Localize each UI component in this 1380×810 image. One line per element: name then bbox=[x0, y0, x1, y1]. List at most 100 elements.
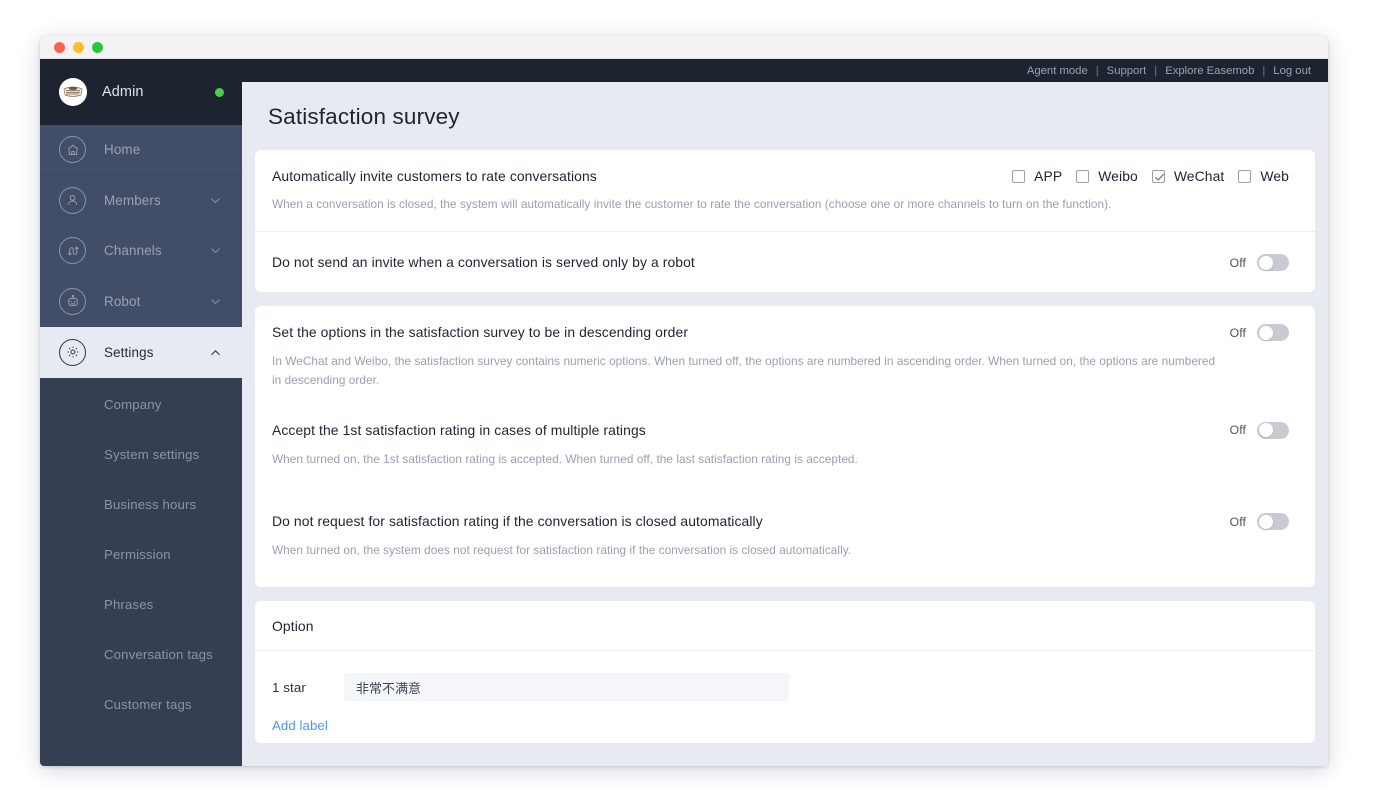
toggle-robot-only[interactable] bbox=[1257, 254, 1289, 272]
setting-description: When turned on, the 1st satisfaction rat… bbox=[272, 451, 858, 466]
admin-username: Admin bbox=[102, 84, 144, 100]
logout-link[interactable]: Log out bbox=[1273, 65, 1311, 77]
setting-title: Set the options in the satisfaction surv… bbox=[272, 324, 689, 341]
main-content: Agent mode | Support | Explore Easemob |… bbox=[242, 59, 1328, 766]
option-label-input[interactable] bbox=[344, 673, 789, 702]
checkbox-web[interactable]: Web bbox=[1238, 168, 1289, 184]
toggle-knob bbox=[1258, 255, 1273, 270]
sidebar-subitem-label: Permission bbox=[104, 547, 171, 562]
sidebar-item-home[interactable]: Home bbox=[40, 125, 242, 176]
sidebar: Admin Home Members Channels Robot Settin… bbox=[40, 59, 242, 766]
sidebar-subitem-label: System settings bbox=[104, 447, 200, 462]
checkbox-label: WeChat bbox=[1173, 168, 1225, 184]
status-indicator-online bbox=[215, 87, 224, 97]
checkbox-weibo[interactable]: Weibo bbox=[1076, 168, 1138, 184]
option-star-label: 1 star bbox=[272, 679, 306, 695]
sidebar-subitem-label: Conversation tags bbox=[104, 647, 213, 662]
checkbox-label: APP bbox=[1034, 168, 1063, 184]
chevron-down-icon[interactable] bbox=[209, 295, 222, 308]
avatar bbox=[59, 78, 87, 106]
checkbox-box-checked bbox=[1151, 169, 1165, 183]
chevron-up-icon[interactable] bbox=[209, 346, 222, 359]
toggle-auto-closed[interactable] bbox=[1257, 513, 1289, 531]
toggle-state-label: Off bbox=[1229, 423, 1246, 438]
toggle-group: Off bbox=[1230, 421, 1289, 439]
sidebar-subitem-customer-tags[interactable]: Customer tags bbox=[40, 680, 242, 730]
option-section-body: 1 star Add label bbox=[255, 651, 1315, 743]
sidebar-item-label: Channels bbox=[104, 243, 162, 259]
sidebar-subitem-phrases[interactable]: Phrases bbox=[40, 580, 242, 630]
window-minimize-button[interactable] bbox=[73, 41, 84, 53]
sidebar-item-label: Home bbox=[104, 142, 141, 158]
sidebar-subitem-label: Phrases bbox=[104, 597, 154, 612]
sidebar-item-channels[interactable]: Channels bbox=[40, 226, 242, 277]
window-close-button[interactable] bbox=[54, 41, 65, 53]
sidebar-subitem-company[interactable]: Company bbox=[40, 380, 242, 430]
checkbox-label: Web bbox=[1260, 168, 1289, 184]
sidebar-subitem-label: Company bbox=[104, 397, 162, 412]
settings-scroll-area[interactable]: Automatically invite customers to rate c… bbox=[242, 150, 1328, 766]
setting-title: Do not send an invite when a conversatio… bbox=[272, 254, 695, 271]
add-label-button[interactable]: Add label bbox=[272, 718, 328, 733]
separator: | bbox=[1095, 64, 1099, 77]
sidebar-subitem-permission[interactable]: Permission bbox=[40, 530, 242, 580]
setting-description: When a conversation is closed, the syste… bbox=[272, 197, 1112, 211]
setting-title: Automatically invite customers to rate c… bbox=[272, 168, 597, 184]
sidebar-item-label: Settings bbox=[104, 344, 154, 360]
setting-auto-invite: Automatically invite customers to rate c… bbox=[255, 150, 1315, 231]
toggle-state-label: Off bbox=[1229, 255, 1246, 270]
window-titlebar bbox=[40, 36, 1328, 59]
setting-description: In WeChat and Weibo, the satisfaction su… bbox=[272, 354, 1216, 387]
page-title: Satisfaction survey bbox=[268, 104, 460, 129]
setting-first-rating: Accept the 1st satisfaction rating in ca… bbox=[255, 407, 1315, 486]
toggle-state-label: Off bbox=[1229, 514, 1246, 529]
setting-auto-closed: Do not request for satisfaction rating i… bbox=[255, 486, 1315, 587]
gear-icon bbox=[59, 338, 86, 366]
explore-easemob-link[interactable]: Explore Easemob bbox=[1165, 65, 1254, 77]
page-header: Satisfaction survey bbox=[242, 82, 1328, 150]
sidebar-subitem-conversation-tags[interactable]: Conversation tags bbox=[40, 630, 242, 680]
sidebar-item-settings[interactable]: Settings bbox=[40, 327, 242, 378]
window-maximize-button[interactable] bbox=[92, 41, 103, 53]
card-survey-behavior: Set the options in the satisfaction surv… bbox=[255, 306, 1315, 588]
setting-description: When turned on, the system does not requ… bbox=[272, 543, 852, 558]
checkbox-wechat[interactable]: WeChat bbox=[1151, 168, 1225, 184]
channel-checkbox-group: APP Weibo WeChat Web bbox=[1012, 167, 1289, 184]
toggle-group: Off bbox=[1229, 323, 1289, 342]
checkbox-app[interactable]: APP bbox=[1012, 168, 1062, 184]
support-link[interactable]: Support bbox=[1107, 65, 1147, 77]
setting-robot-only: Do not send an invite when a conversatio… bbox=[255, 231, 1315, 292]
chevron-down-icon[interactable] bbox=[209, 194, 222, 207]
toggle-knob bbox=[1258, 423, 1273, 438]
option-section-header: Option bbox=[255, 601, 1315, 652]
app-body: Admin Home Members Channels Robot Settin… bbox=[40, 59, 1328, 766]
toggle-group: Off bbox=[1229, 253, 1289, 272]
chevron-down-icon[interactable] bbox=[209, 244, 222, 257]
sidebar-user-header[interactable]: Admin bbox=[40, 59, 242, 125]
toggle-first-rating[interactable] bbox=[1257, 421, 1289, 439]
top-utility-bar: Agent mode | Support | Explore Easemob |… bbox=[242, 59, 1328, 82]
setting-title: Do not request for satisfaction rating i… bbox=[272, 513, 763, 530]
checkbox-box bbox=[1012, 169, 1026, 183]
toggle-knob bbox=[1258, 325, 1273, 340]
settings-subnav: Company System settings Business hours P… bbox=[40, 377, 242, 730]
toggle-knob bbox=[1258, 514, 1273, 529]
home-icon bbox=[59, 136, 86, 164]
members-icon bbox=[59, 186, 86, 214]
sidebar-item-label: Members bbox=[104, 192, 161, 208]
toggle-group: Off bbox=[1229, 512, 1289, 531]
separator: | bbox=[1154, 64, 1158, 77]
sidebar-item-members[interactable]: Members bbox=[40, 175, 242, 226]
sidebar-subitem-system-settings[interactable]: System settings bbox=[40, 430, 242, 480]
checkbox-label: Weibo bbox=[1098, 168, 1138, 184]
agent-mode-link[interactable]: Agent mode bbox=[1027, 65, 1088, 77]
sidebar-subitem-business-hours[interactable]: Business hours bbox=[40, 480, 242, 530]
card-auto-invite: Automatically invite customers to rate c… bbox=[255, 150, 1315, 293]
robot-icon bbox=[59, 287, 86, 315]
toggle-state-label: Off bbox=[1229, 325, 1246, 340]
toggle-descending-order[interactable] bbox=[1257, 324, 1289, 342]
sidebar-subitem-label: Business hours bbox=[104, 497, 197, 512]
sidebar-item-robot[interactable]: Robot bbox=[40, 276, 242, 327]
setting-title: Accept the 1st satisfaction rating in ca… bbox=[272, 421, 646, 438]
sidebar-item-label: Robot bbox=[104, 293, 141, 309]
